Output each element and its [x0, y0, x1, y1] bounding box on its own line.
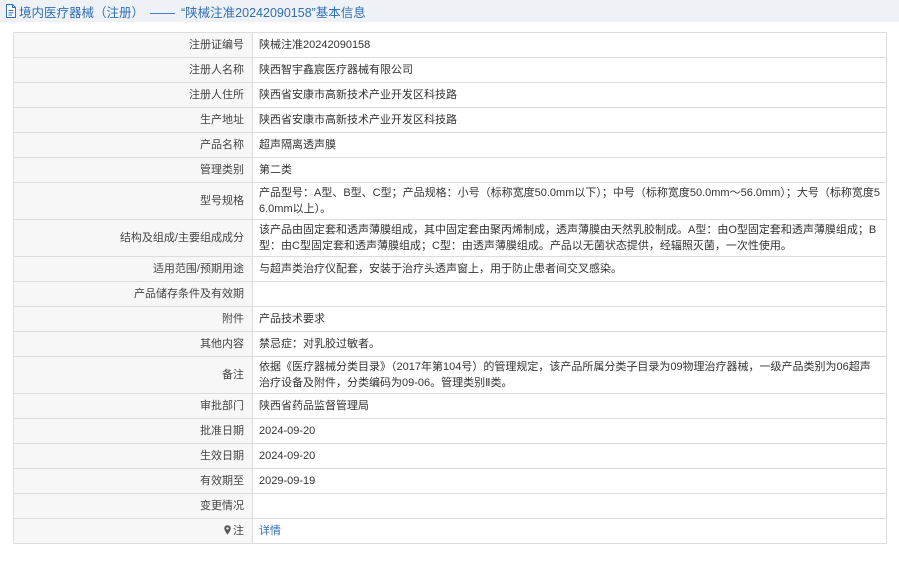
field-label: 管理类别 [13, 157, 253, 183]
document-icon [5, 4, 17, 18]
field-value: 陕西省药品监督管理局 [252, 393, 887, 419]
field-value: 与超声类治疗仪配套，安装于治疗头透声窗上，用于防止患者间交叉感染。 [252, 256, 887, 282]
field-label: 变更情况 [13, 493, 253, 519]
row-model-specification: 型号规格 产品型号：A型、B型、C型；产品规格：小号（标称宽度50.0mm以下）… [13, 182, 887, 220]
row-registrant-name: 注册人名称 陕西智宇鑫宸医疗器械有限公司 [13, 57, 887, 83]
row-change-history: 变更情况 [13, 493, 887, 519]
row-management-category: 管理类别 第二类 [13, 157, 887, 183]
row-remarks: 备注 依据《医疗器械分类目录》（2017年第104号）的管理规定，该产品所属分类… [13, 356, 887, 394]
row-valid-until: 有效期至 2029-09-19 [13, 468, 887, 494]
field-label: 注册证编号 [13, 32, 253, 58]
field-value: 超声隔离透声膜 [252, 132, 887, 158]
field-value: 2029-09-19 [252, 468, 887, 494]
field-value [252, 281, 887, 307]
field-value: 2024-09-20 [252, 418, 887, 444]
row-approval-department: 审批部门 陕西省药品监督管理局 [13, 393, 887, 419]
field-label: 生产地址 [13, 107, 253, 133]
field-value: 陕西智宇鑫宸医疗器械有限公司 [252, 57, 887, 83]
field-label: 注册人住所 [13, 82, 253, 108]
field-value: 产品技术要求 [252, 306, 887, 332]
field-label: 其他内容 [13, 331, 253, 357]
details-link[interactable]: 详情 [259, 525, 281, 537]
row-production-address: 生产地址 陕西省安康市高新技术产业开发区科技路 [13, 107, 887, 133]
field-label: 生效日期 [13, 443, 253, 469]
field-value: 陕西省安康市高新技术产业开发区科技路 [252, 82, 887, 108]
field-value: 产品型号：A型、B型、C型；产品规格：小号（标称宽度50.0mm以下）；中号（标… [252, 182, 887, 220]
header-category: 境内医疗器械（注册） [19, 5, 145, 20]
map-pin-icon [224, 524, 231, 535]
row-registration-number: 注册证编号 陕械注准20242090158 [13, 32, 887, 58]
row-intended-use: 适用范围/预期用途 与超声类治疗仪配套，安装于治疗头透声窗上，用于防止患者间交叉… [13, 256, 887, 282]
row-attachments: 附件 产品技术要求 [13, 306, 887, 332]
row-effective-date: 生效日期 2024-09-20 [13, 443, 887, 469]
field-value: 禁忌症：对乳胶过敏者。 [252, 331, 887, 357]
header-record-title: “陕械注准20242090158”基本信息 [181, 5, 366, 20]
row-storage-conditions: 产品储存条件及有效期 [13, 281, 887, 307]
row-product-name: 产品名称 超声隔离透声膜 [13, 132, 887, 158]
field-value: 依据《医疗器械分类目录》（2017年第104号）的管理规定，该产品所属分类子目录… [252, 356, 887, 394]
field-value: 第二类 [252, 157, 887, 183]
field-label: 备注 [13, 356, 253, 394]
field-label: 结构及组成/主要组成成分 [13, 219, 253, 257]
row-note: 注 详情 [13, 518, 887, 544]
field-label: 注册人名称 [13, 57, 253, 83]
header-separator: —— [150, 5, 176, 20]
row-structure-composition: 结构及组成/主要组成成分 该产品由固定套和透声薄膜组成，其中固定套由聚丙烯制成，… [13, 219, 887, 257]
registration-info-table: 注册证编号 陕械注准20242090158 注册人名称 陕西智宇鑫宸医疗器械有限… [13, 32, 887, 544]
field-label: 产品名称 [13, 132, 253, 158]
page-title: 境内医疗器械（注册） —— “陕械注准20242090158”基本信息 [19, 2, 366, 21]
note-value-cell: 详情 [252, 518, 887, 544]
field-label: 适用范围/预期用途 [13, 256, 253, 282]
field-value: 该产品由固定套和透声薄膜组成，其中固定套由聚丙烯制成，透声薄膜由天然乳胶制成。A… [252, 219, 887, 257]
field-label: 产品储存条件及有效期 [13, 281, 253, 307]
row-approval-date: 批准日期 2024-09-20 [13, 418, 887, 444]
note-label: 注 [233, 525, 244, 537]
field-value: 2024-09-20 [252, 443, 887, 469]
field-label: 批准日期 [13, 418, 253, 444]
row-registrant-address: 注册人住所 陕西省安康市高新技术产业开发区科技路 [13, 82, 887, 108]
field-value [252, 493, 887, 519]
page-header: 境内医疗器械（注册） —— “陕械注准20242090158”基本信息 [0, 0, 899, 22]
field-label: 审批部门 [13, 393, 253, 419]
field-label: 附件 [13, 306, 253, 332]
note-label-cell: 注 [13, 518, 253, 544]
field-value: 陕械注准20242090158 [252, 32, 887, 58]
field-value: 陕西省安康市高新技术产业开发区科技路 [252, 107, 887, 133]
field-label: 型号规格 [13, 182, 253, 220]
row-other-content: 其他内容 禁忌症：对乳胶过敏者。 [13, 331, 887, 357]
field-label: 有效期至 [13, 468, 253, 494]
